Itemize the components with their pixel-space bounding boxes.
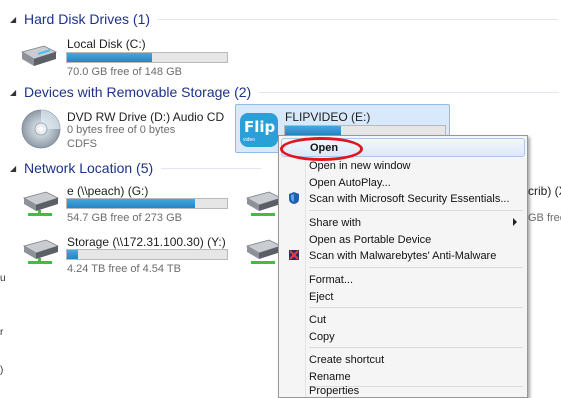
group-title: Devices with Removable Storage (2)	[24, 84, 252, 100]
free-space-partial: GB free o	[528, 212, 561, 224]
menu-separator	[309, 347, 523, 348]
menu-item-label: Eject	[309, 290, 334, 303]
menu-item-label: Open AutoPlay...	[309, 176, 391, 189]
flip-video-icon: Flip video	[240, 113, 278, 147]
capacity-bar	[66, 52, 228, 63]
clipped-text: u	[0, 273, 6, 284]
cd-disc-icon	[21, 109, 61, 149]
context-menu: Open Open in new window Open AutoPlay...…	[278, 135, 528, 398]
menu-separator	[309, 267, 523, 268]
menu-item-label: Scan with Malwarebytes' Anti-Malware	[309, 249, 497, 262]
menu-item-label: Cut	[309, 313, 327, 326]
capacity-bar	[66, 198, 228, 209]
group-header-removable[interactable]: ◢ Devices with Removable Storage (2)	[10, 83, 560, 101]
highlight-ring-annotation	[280, 137, 363, 161]
menu-item-label: Open in new window	[309, 159, 411, 172]
drive-name: Local Disk (C:)	[67, 37, 146, 51]
drive-name: e (\\peach) (G:)	[67, 184, 149, 198]
menu-item-label: Open as Portable Device	[309, 233, 432, 246]
network-drive-icon[interactable]	[243, 190, 283, 220]
network-drive-icon[interactable]	[243, 238, 283, 268]
malwarebytes-icon	[289, 250, 299, 260]
capacity-fill	[285, 126, 341, 135]
flip-logo-subtext: video	[243, 137, 255, 143]
capacity-fill	[67, 250, 79, 259]
menu-item-scan-mse[interactable]: Scan with Microsoft Security Essentials.…	[281, 189, 525, 208]
group-header-network[interactable]: ◢ Network Location (5)	[10, 159, 262, 177]
menu-separator	[309, 210, 523, 211]
submenu-arrow-icon	[513, 218, 517, 226]
menu-item-label: Create shortcut	[309, 353, 385, 366]
menu-item-label: Copy	[309, 330, 335, 343]
menu-item-label: Scan with Microsoft Security Essentials.…	[309, 192, 510, 205]
menu-item-eject[interactable]: Eject	[281, 287, 525, 306]
drive-name-partial[interactable]: crib) (X	[528, 184, 561, 198]
capacity-fill	[67, 199, 195, 208]
clipped-text: )	[0, 365, 4, 376]
capacity-fill	[67, 53, 152, 62]
free-space-text: 4.24 TB free of 4.54 TB	[67, 263, 181, 275]
menu-item-copy[interactable]: Copy	[281, 327, 525, 346]
hard-drive-icon	[20, 45, 58, 66]
group-title: Network Location (5)	[24, 160, 154, 176]
clipped-text: r	[0, 327, 4, 338]
drive-name: DVD RW Drive (D:) Audio CD	[67, 110, 225, 124]
network-drive-icon	[22, 191, 60, 216]
free-space-text: 0 bytes free of 0 bytes	[67, 124, 176, 136]
capacity-bar	[66, 249, 228, 260]
group-divider	[259, 91, 560, 93]
menu-item-label: Share with	[309, 216, 361, 229]
menu-item-label: Properties	[309, 385, 360, 397]
collapse-arrow-icon[interactable]: ◢	[10, 88, 20, 97]
flip-logo-text: Flip	[244, 118, 276, 136]
free-space-text: 54.7 GB free of 273 GB	[67, 212, 182, 224]
menu-separator	[309, 307, 523, 308]
network-drive-icon	[22, 239, 60, 264]
drive-name: FLIPVIDEO (E:)	[285, 110, 371, 124]
filesystem-text: CDFS	[67, 138, 97, 150]
collapse-arrow-icon[interactable]: ◢	[10, 15, 20, 24]
menu-item-label: Format...	[309, 273, 354, 286]
group-title: Hard Disk Drives (1)	[24, 11, 151, 27]
security-essentials-icon	[289, 192, 299, 204]
free-space-text: 70.0 GB free of 148 GB	[67, 66, 182, 78]
drive-name: Storage (\\172.31.100.30) (Y:)	[67, 235, 226, 249]
menu-item-label: Rename	[309, 370, 351, 383]
menu-item-properties[interactable]: Properties	[281, 384, 525, 398]
group-divider	[161, 167, 262, 169]
menu-item-scan-malwarebytes[interactable]: Scan with Malwarebytes' Anti-Malware	[281, 246, 525, 265]
group-divider	[158, 18, 559, 20]
collapse-arrow-icon[interactable]: ◢	[10, 164, 20, 173]
group-header-hdd[interactable]: ◢ Hard Disk Drives (1)	[10, 10, 559, 28]
